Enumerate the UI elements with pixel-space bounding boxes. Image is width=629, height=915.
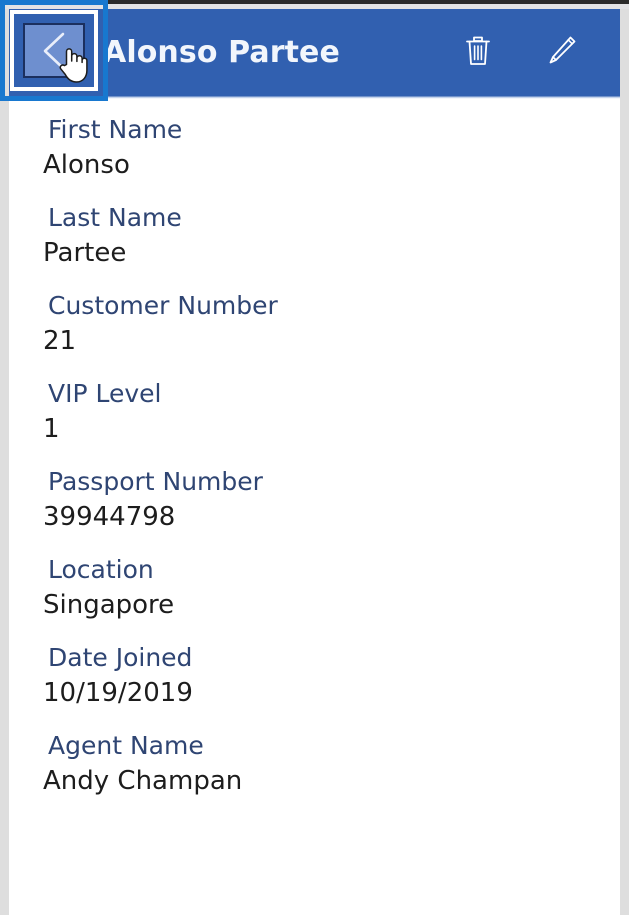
trash-icon xyxy=(463,33,493,72)
field-location: Location Singapore xyxy=(9,553,620,623)
customer-detail-screen: Alonso Partee First Name Alonso Last Nam… xyxy=(0,0,629,915)
field-label: Agent Name xyxy=(48,731,204,760)
chevron-left-icon xyxy=(35,29,69,76)
field-value: 10/19/2019 xyxy=(43,678,193,708)
field-value: 1 xyxy=(43,414,60,444)
field-label: Location xyxy=(48,555,154,584)
delete-button[interactable] xyxy=(458,31,498,75)
pencil-icon xyxy=(545,33,579,72)
field-vip-level: VIP Level 1 xyxy=(9,377,620,447)
field-customer-number: Customer Number 21 xyxy=(9,289,620,359)
field-first-name: First Name Alonso xyxy=(9,113,620,183)
left-gutter-border xyxy=(0,9,9,915)
edit-button[interactable] xyxy=(542,31,582,75)
field-agent-name: Agent Name Andy Champan xyxy=(9,729,620,799)
field-label: Passport Number xyxy=(48,467,263,496)
app-bar-actions xyxy=(458,31,620,75)
field-value: Alonso xyxy=(43,150,130,180)
field-value: 39944798 xyxy=(43,502,176,532)
app-bar: Alonso Partee xyxy=(9,9,620,96)
field-passport-number: Passport Number 39944798 xyxy=(9,465,620,535)
field-label: VIP Level xyxy=(48,379,162,408)
field-label: Date Joined xyxy=(48,643,193,672)
field-value: 21 xyxy=(43,326,77,356)
field-label: Customer Number xyxy=(48,291,278,320)
right-gutter-border xyxy=(620,9,629,915)
field-value: Partee xyxy=(43,238,127,268)
field-label: First Name xyxy=(48,115,183,144)
field-date-joined: Date Joined 10/19/2019 xyxy=(9,641,620,711)
field-label: Last Name xyxy=(48,203,182,232)
page-title: Alonso Partee xyxy=(103,35,340,70)
field-last-name: Last Name Partee xyxy=(9,201,620,271)
field-value: Singapore xyxy=(43,590,175,620)
back-button[interactable] xyxy=(9,13,95,93)
field-value: Andy Champan xyxy=(43,766,243,796)
page-canvas: Alonso Partee First Name Alonso Last Nam… xyxy=(9,9,620,915)
detail-field-list: First Name Alonso Last Name Partee Custo… xyxy=(9,99,620,817)
